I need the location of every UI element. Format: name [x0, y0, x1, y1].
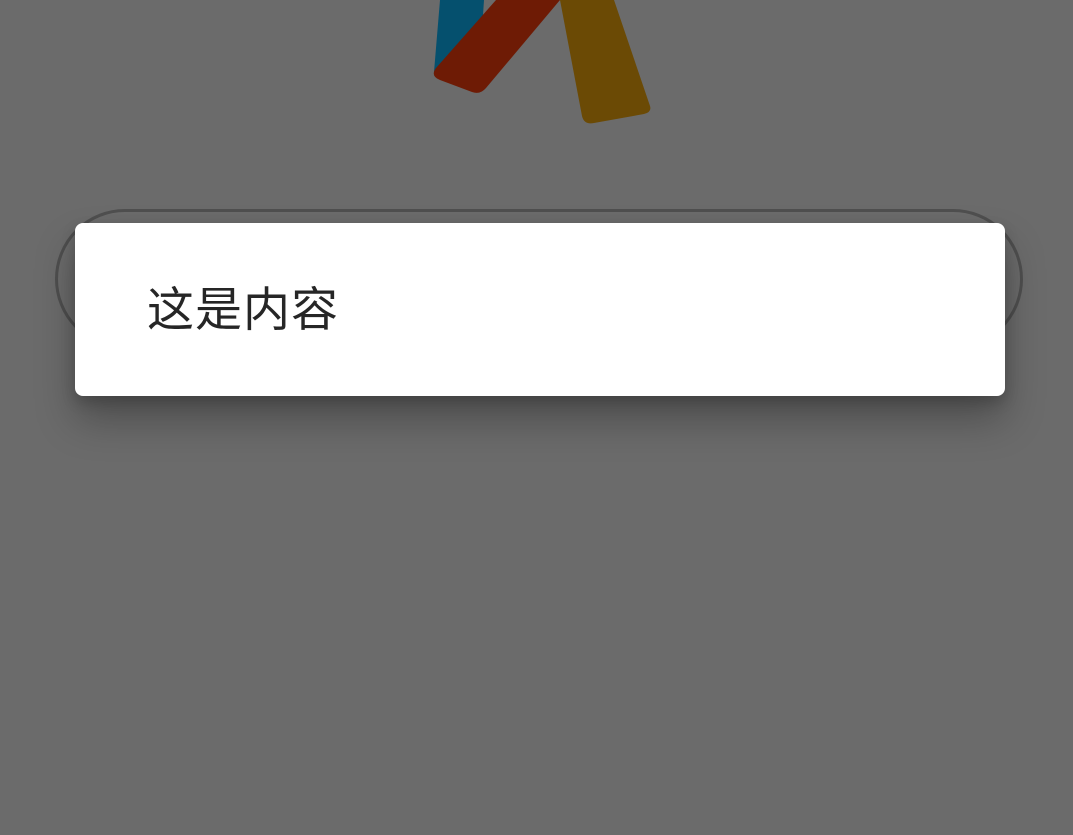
logo-gold-bar: [560, 0, 651, 124]
app-screen: 这是内容: [0, 0, 1073, 835]
dialog[interactable]: 这是内容: [75, 223, 1005, 396]
app-logo-icon: [433, 0, 651, 124]
dialog-content-text: 这是内容: [147, 283, 339, 338]
